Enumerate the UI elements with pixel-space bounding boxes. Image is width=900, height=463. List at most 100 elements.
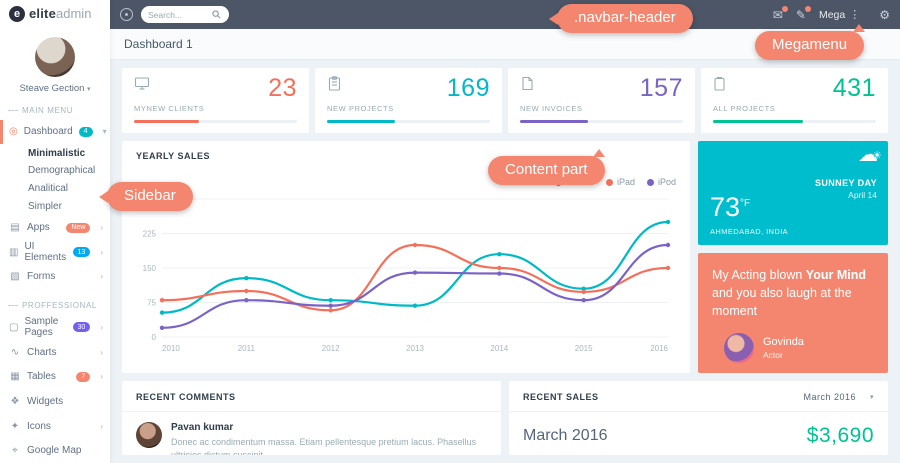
- comment-text: Donec ac condimentum massa. Etiam pellen…: [171, 436, 487, 455]
- yearly-sales-line-chart: 0751502253002010201120122013201420152016: [136, 193, 676, 355]
- quote-text: My Acting blown Your Mind and you also l…: [712, 266, 874, 320]
- search-icon: [212, 10, 221, 19]
- callout-arrow-left: [549, 13, 558, 25]
- messages-icon[interactable]: ✉: [773, 9, 783, 21]
- sidebar-item-analitical[interactable]: Analitical: [0, 180, 110, 198]
- svg-text:2012: 2012: [322, 344, 340, 353]
- brand-name-light: admin: [56, 6, 91, 21]
- commenter-name: Pavan kumar: [171, 422, 487, 433]
- sample-pages-count-badge: 30: [73, 322, 91, 332]
- sidebar: e eliteadmin Steave Gection ▾ MAIN MENU …: [0, 0, 110, 463]
- sidebar-item-label: Icons: [27, 421, 51, 432]
- chevron-down-icon: ▾: [103, 127, 107, 136]
- sidebar-item-demographical[interactable]: Demographical: [0, 162, 110, 180]
- sidebar-item-widgets[interactable]: ❖ Widgets: [0, 389, 110, 414]
- tables-count-badge: 7: [76, 372, 90, 382]
- chevron-right-icon: ›: [100, 372, 103, 381]
- sales-month-label: March 2016: [523, 427, 608, 445]
- sidebar-item-label: Dashboard: [24, 126, 73, 137]
- sidebar-item-simpler[interactable]: Simpler: [0, 197, 110, 215]
- yearly-sales-chart-card: YEARLY SALES iPhone iPad iPod 0751502253…: [122, 141, 690, 373]
- settings-gear-icon[interactable]: ⚙: [879, 8, 890, 22]
- page-title: Dashboard 1: [124, 37, 193, 51]
- chevron-right-icon: ›: [100, 422, 103, 431]
- recent-comments-card: RECENT COMMENTS Pavan kumar Donec ac con…: [122, 381, 501, 455]
- sidebar-item-apps[interactable]: ▤ Apps New ›: [0, 215, 110, 240]
- brand-logo[interactable]: e eliteadmin: [0, 0, 110, 29]
- stat-label: MYNEW CLIENTS: [134, 104, 297, 113]
- stat-card-new-clients[interactable]: 23 MYNEW CLIENTS: [122, 68, 309, 133]
- sidebar-item-minimalistic[interactable]: Minimalistic: [0, 144, 110, 162]
- sales-month-select[interactable]: March 2016▾: [803, 392, 874, 402]
- apps-icon: ▤: [9, 222, 21, 233]
- weather-widget: ☁☀ SUNNEY DAY April 14 73°F AHMEDABAD, I…: [698, 141, 888, 245]
- sidebar-item-forms[interactable]: ▧ Forms ›: [0, 265, 110, 290]
- lightbulb-icon: ✦: [9, 421, 21, 432]
- progress-bar: [134, 120, 297, 123]
- brand-logo-icon: e: [9, 6, 25, 22]
- projects-icon: [713, 76, 726, 96]
- dashboard-count-badge: 4: [79, 127, 93, 137]
- main-area: ✉ ✎ Mega⋮ ⚙ Dashboard 1 23 MYNEW CLIENTS: [110, 0, 900, 463]
- weather-condition: SUNNEY DAY: [815, 178, 877, 188]
- quote-author-role: Actor: [763, 350, 804, 360]
- sidebar-item-icons[interactable]: ✦ Icons ›: [0, 414, 110, 439]
- section-dashes: [8, 110, 18, 111]
- chevron-down-icon: ▾: [87, 86, 91, 93]
- quote-author-avatar: [724, 333, 754, 363]
- cloud-sun-icon: ☁☀: [858, 145, 878, 165]
- quote-author: Govinda: [763, 336, 804, 348]
- sidebar-item-tables[interactable]: ▦ Tables 7 ›: [0, 364, 110, 389]
- sidebar-item-label: Sample Pages: [24, 316, 66, 338]
- recent-comments-title: RECENT COMMENTS: [122, 381, 501, 412]
- search-input[interactable]: [148, 10, 208, 20]
- sidebar-item-dashboard[interactable]: ◎ Dashboard 4 ▾: [0, 120, 110, 145]
- callout-arrow-up: [853, 24, 865, 32]
- sidebar-item-ui-elements[interactable]: ▥ UI Elements 13 ›: [0, 240, 110, 265]
- navbar-header: ✉ ✎ Mega⋮ ⚙: [110, 0, 900, 29]
- clipboard-icon: [327, 76, 342, 96]
- sidebar-item-label: Google Map: [27, 445, 81, 456]
- section-dashes: [8, 305, 18, 306]
- sidebar-toggle-icon[interactable]: [120, 8, 133, 21]
- svg-text:2013: 2013: [406, 344, 424, 353]
- notification-dot: [782, 6, 788, 12]
- svg-text:225: 225: [143, 230, 157, 239]
- sidebar-item-google-map[interactable]: ⌖ Google Map: [0, 438, 110, 463]
- stat-card-all-projects[interactable]: 431 All PROJECTS: [701, 68, 888, 133]
- progress-bar: [713, 120, 876, 123]
- legend-dot: [647, 179, 654, 186]
- stat-label: NEW INVOICES: [520, 104, 683, 113]
- svg-text:2016: 2016: [650, 344, 668, 353]
- stat-label: All PROJECTS: [713, 104, 876, 113]
- callout-content-part: Content part: [488, 156, 605, 185]
- commenter-avatar: [136, 422, 162, 448]
- sales-amount: $3,690: [807, 424, 874, 448]
- stat-card-new-invoices[interactable]: 157 NEW INVOICES: [508, 68, 695, 133]
- legend-item-ipad[interactable]: iPad: [606, 177, 635, 187]
- map-pin-icon: ⌖: [9, 445, 21, 456]
- comment-item[interactable]: Pavan kumar Donec ac condimentum massa. …: [122, 412, 501, 455]
- sidebar-item-sample-pages[interactable]: ▢ Sample Pages 30 ›: [0, 315, 110, 340]
- svg-text:75: 75: [147, 299, 156, 308]
- stat-value: 431: [833, 76, 876, 101]
- recent-sales-title: RECENT SALES: [523, 392, 599, 402]
- sidebar-item-label: UI Elements: [24, 241, 66, 263]
- mega-menu-button[interactable]: Mega⋮: [819, 8, 860, 21]
- weather-date: April 14: [815, 190, 877, 200]
- svg-text:150: 150: [143, 264, 157, 273]
- tables-icon: ▦: [9, 371, 21, 382]
- user-profile[interactable]: Steave Gection ▾: [0, 29, 110, 94]
- stat-label: NEW PROJECTS: [327, 104, 490, 113]
- vertical-dots-icon: ⋮: [849, 8, 860, 21]
- monitor-icon: [134, 76, 150, 96]
- search-box[interactable]: [141, 6, 229, 23]
- user-avatar[interactable]: [35, 37, 75, 77]
- chevron-right-icon: ›: [100, 323, 103, 332]
- callout-navbar-header: .navbar-header: [557, 4, 693, 33]
- sidebar-item-charts[interactable]: ∿ Charts ›: [0, 340, 110, 365]
- stat-card-new-projects[interactable]: 169 NEW PROJECTS: [315, 68, 502, 133]
- legend-item-ipod[interactable]: iPod: [647, 177, 676, 187]
- compose-icon[interactable]: ✎: [796, 9, 806, 21]
- svg-text:2010: 2010: [162, 344, 180, 353]
